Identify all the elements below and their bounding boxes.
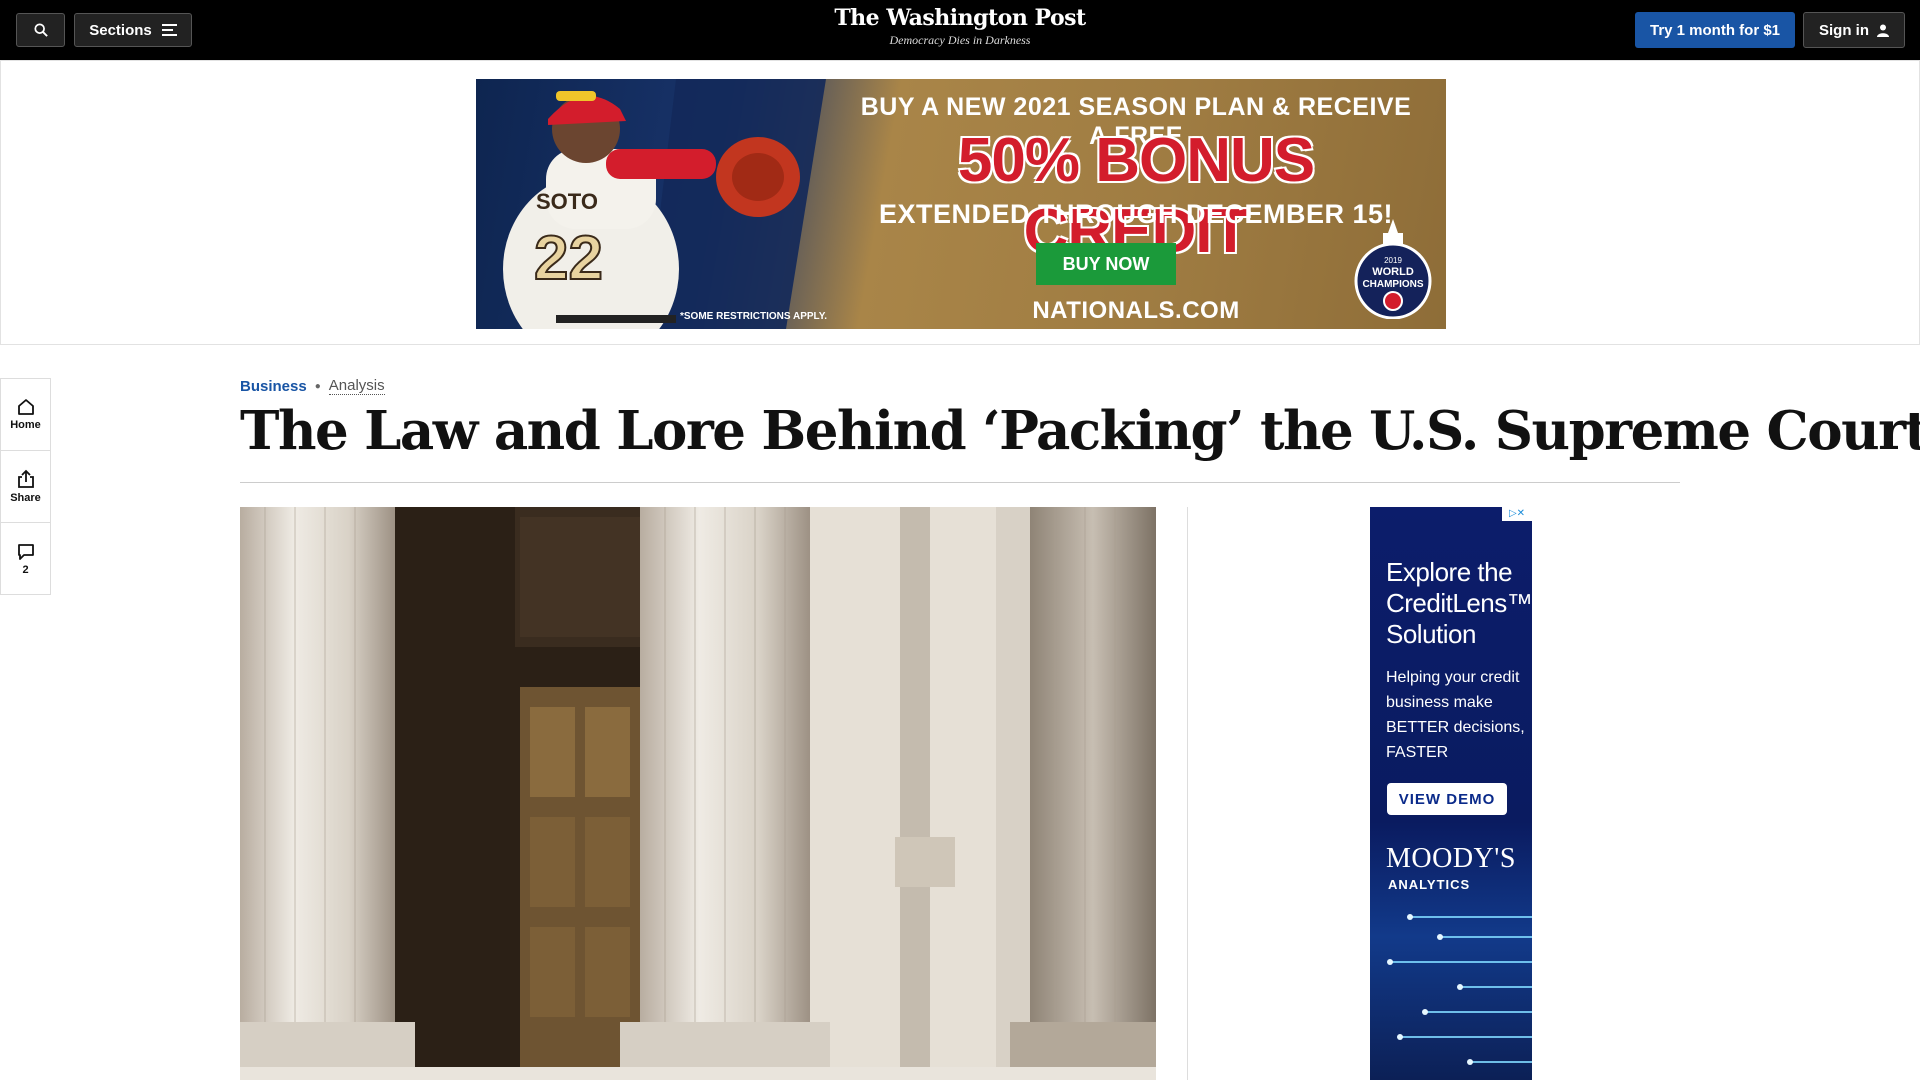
top-navigation-bar: Sections The Washington Post Democracy D… [0,0,1920,60]
subscribe-offer-button[interactable]: Try 1 month for $1 [1635,12,1795,48]
badge-year: 2019 [1384,256,1402,265]
home-button[interactable]: Home [1,379,50,451]
view-demo-button[interactable]: VIEW DEMO [1387,783,1507,815]
article-action-rail: Home Share 2 [0,378,51,595]
supreme-court-columns-illustration [240,507,1156,1080]
comment-icon [17,543,34,560]
side-ad-brand: MOODY'S [1386,843,1516,874]
article-headline: The Law and Lore Behind ‘Packing’ the U.… [240,400,1920,462]
badge-line-1: WORLD [1372,266,1414,278]
fiber-light-graphic [1387,914,1532,1065]
adchoices-icon[interactable]: ▷✕ [1502,507,1532,521]
sections-label: Sections [89,21,152,39]
share-icon [17,469,34,488]
comments-count: 2 [22,563,29,576]
article-type-label[interactable]: Analysis [328,377,385,395]
sign-in-label: Sign in [1819,21,1869,39]
side-ad-body: Helping your credit business make BETTER… [1386,669,1525,761]
world-champions-badge-icon: 2019 WORLD CHAMPIONS [1354,219,1432,319]
banner-fine-print: *SOME RESTRICTIONS APPLY. [680,311,828,322]
buy-now-button[interactable]: BUY NOW [1036,243,1176,285]
share-label: Share [10,492,41,504]
masthead-logo: The Washington Post [834,5,1086,31]
headline-divider [240,482,1680,483]
baseball-player-illustration: SOTO 22 [503,79,826,329]
search-button[interactable] [16,13,65,47]
masthead-tagline: Democracy Dies in Darkness [889,33,1031,47]
jersey-name: SOTO [536,189,598,214]
sign-in-button[interactable]: Sign in [1803,12,1905,48]
sections-menu-button[interactable]: Sections [74,13,192,47]
share-button[interactable]: Share [1,451,50,523]
article-kicker: Business ● Analysis [240,377,385,395]
banner-line-3: EXTENDED THROUGH DECEMBER 15! [878,199,1394,229]
home-label: Home [10,419,41,431]
side-ad-brand-sub: ANALYTICS [1388,877,1471,892]
search-icon [33,23,48,37]
jersey-number: 22 [534,224,603,293]
section-link[interactable]: Business [240,378,307,395]
badge-line-2: CHAMPIONS [1362,279,1423,290]
user-icon [1877,24,1889,37]
moodys-skyscraper-ad[interactable]: ▷✕ Explore the CreditLens™ Solution Help… [1370,507,1532,1080]
hamburger-icon [161,24,177,36]
comments-button[interactable]: 2 [1,523,50,595]
banner-ad-container: SOTO 22 BUY A NEW 2021 SEASON PLAN & REC… [0,60,1920,345]
side-ad-headline: Explore the CreditLens™ Solution [1386,557,1532,649]
column-divider [1187,507,1188,1080]
home-icon [17,399,34,415]
nationals-banner-ad[interactable]: SOTO 22 BUY A NEW 2021 SEASON PLAN & REC… [476,79,1446,329]
banner-site: NATIONALS.COM [1032,297,1240,324]
separator-dot: ● [314,380,321,392]
article-hero-image [240,507,1156,1080]
masthead-logo-link[interactable]: The Washington Post Democracy Dies in Da… [760,5,1160,48]
